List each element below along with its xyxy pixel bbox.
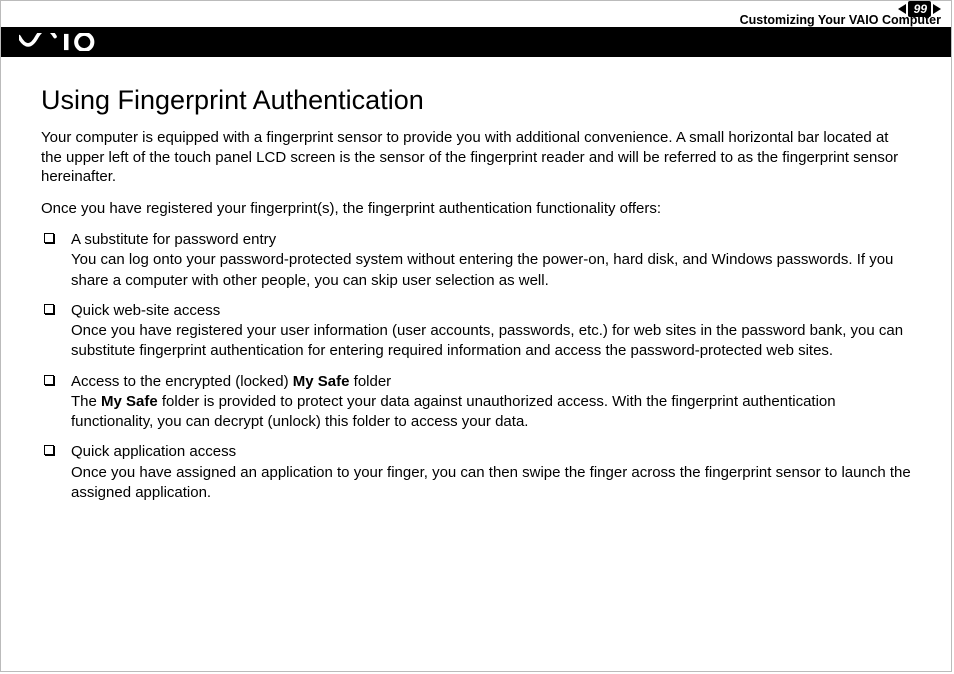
content-area: Using Fingerprint Authentication Your co… (41, 85, 911, 513)
header-line: 99 (1, 1, 951, 13)
list-item-desc: The My Safe folder is provided to protec… (71, 392, 911, 433)
list-item-title: Access to the encrypted (locked) My Safe… (71, 372, 911, 392)
page-nav: 99 (898, 1, 941, 17)
prev-page-arrow-icon[interactable] (898, 4, 906, 14)
list-item-title: Quick application access (71, 442, 911, 462)
page-number-text: 99 (914, 2, 927, 16)
bullet-icon (44, 375, 54, 385)
list-item: Access to the encrypted (locked) My Safe… (41, 372, 911, 433)
brand-bar (1, 27, 951, 57)
list-item-desc: Once you have registered your user infor… (71, 321, 911, 362)
list-item: Quick web-site access Once you have regi… (41, 301, 911, 362)
intro-paragraph-2: Once you have registered your fingerprin… (41, 199, 911, 219)
list-item-title: A substitute for password entry (71, 230, 911, 250)
page-number-badge: 99 (908, 1, 931, 17)
bullet-icon (44, 233, 54, 243)
list-item-desc: You can log onto your password-protected… (71, 250, 911, 291)
bullet-icon (44, 304, 54, 314)
next-page-arrow-icon[interactable] (933, 4, 941, 14)
bullet-icon (44, 445, 54, 455)
feature-list: A substitute for password entry You can … (41, 230, 911, 503)
page-title: Using Fingerprint Authentication (41, 85, 911, 116)
list-item: Quick application access Once you have a… (41, 442, 911, 503)
list-item-desc: Once you have assigned an application to… (71, 463, 911, 504)
vaio-logo-icon (19, 33, 118, 51)
list-item-title: Quick web-site access (71, 301, 911, 321)
intro-paragraph-1: Your computer is equipped with a fingerp… (41, 128, 911, 187)
list-item: A substitute for password entry You can … (41, 230, 911, 291)
page-container: 99 Customizing Your VAIO Computer .topli… (0, 0, 952, 672)
